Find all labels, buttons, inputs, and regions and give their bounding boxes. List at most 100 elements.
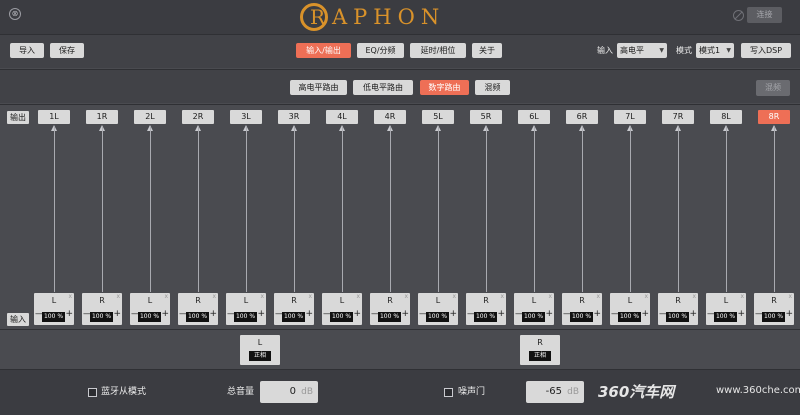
- phase-state-toggle[interactable]: 正相: [249, 351, 271, 361]
- input-source-box[interactable]: Rx —100 % +: [754, 293, 794, 325]
- mix-level-value[interactable]: 100 %: [522, 312, 545, 322]
- input-source-box[interactable]: Lx —100 % +: [610, 293, 650, 325]
- mix-level-value[interactable]: 100 %: [330, 312, 353, 322]
- input-source-box[interactable]: Lx —100 % +: [706, 293, 746, 325]
- input-source-box[interactable]: Rx —100 % +: [82, 293, 122, 325]
- remove-icon[interactable]: x: [740, 293, 744, 300]
- output-channel-5[interactable]: 3R: [278, 110, 310, 124]
- mix-level-value[interactable]: 100 %: [378, 312, 401, 322]
- output-channel-12[interactable]: 7L: [614, 110, 646, 124]
- tab-route-0[interactable]: 高电平路由: [290, 80, 347, 95]
- remove-icon[interactable]: x: [212, 293, 216, 300]
- output-channel-8[interactable]: 5L: [422, 110, 454, 124]
- input-source-box[interactable]: Rx —100 % +: [562, 293, 602, 325]
- output-channel-13[interactable]: 7R: [662, 110, 694, 124]
- remove-icon[interactable]: x: [308, 293, 312, 300]
- mix-level-value[interactable]: 100 %: [666, 312, 689, 322]
- input-source-select[interactable]: 高电平 ▼: [617, 43, 667, 58]
- mix-level-value[interactable]: 100 %: [762, 312, 785, 322]
- input-source-box[interactable]: Rx —100 % +: [466, 293, 506, 325]
- phase-box-0[interactable]: L 正相: [240, 335, 280, 365]
- connect-button[interactable]: 连接: [747, 7, 782, 23]
- remove-icon[interactable]: x: [68, 293, 72, 300]
- output-channel-15[interactable]: 8R: [758, 110, 790, 124]
- increase-button[interactable]: +: [401, 309, 409, 319]
- increase-button[interactable]: +: [641, 309, 649, 319]
- tab-route-1[interactable]: 低电平路由: [353, 80, 413, 95]
- mix-level-value[interactable]: 100 %: [90, 312, 113, 322]
- increase-button[interactable]: +: [353, 309, 361, 319]
- increase-button[interactable]: +: [161, 309, 169, 319]
- phase-box-1[interactable]: R 正相: [520, 335, 560, 365]
- bluetooth-slave-checkbox[interactable]: [88, 388, 97, 397]
- mix-level-value[interactable]: 100 %: [714, 312, 737, 322]
- mix-level-value[interactable]: 100 %: [474, 312, 497, 322]
- remove-icon[interactable]: x: [404, 293, 408, 300]
- noise-gate-checkbox[interactable]: [444, 388, 453, 397]
- input-source-box[interactable]: Lx —100 % +: [130, 293, 170, 325]
- increase-button[interactable]: +: [593, 309, 601, 319]
- remove-icon[interactable]: x: [260, 293, 264, 300]
- remove-icon[interactable]: x: [548, 293, 552, 300]
- input-source-box[interactable]: Lx —100 % +: [34, 293, 74, 325]
- noise-gate-field[interactable]: -65 dB: [526, 381, 584, 403]
- increase-button[interactable]: +: [305, 309, 313, 319]
- increase-button[interactable]: +: [737, 309, 745, 319]
- remove-icon[interactable]: x: [116, 293, 120, 300]
- remove-icon[interactable]: x: [164, 293, 168, 300]
- tab-main-3[interactable]: 关于: [472, 43, 502, 58]
- tab-route-3[interactable]: 混频: [475, 80, 510, 95]
- remove-icon[interactable]: x: [596, 293, 600, 300]
- import-button[interactable]: 导入: [10, 43, 44, 58]
- increase-button[interactable]: +: [497, 309, 505, 319]
- input-source-box[interactable]: Lx —100 % +: [322, 293, 362, 325]
- remove-icon[interactable]: x: [500, 293, 504, 300]
- input-source-box[interactable]: Lx —100 % +: [418, 293, 458, 325]
- input-source-box[interactable]: Rx —100 % +: [178, 293, 218, 325]
- mix-button[interactable]: 混频: [756, 80, 790, 96]
- output-channel-7[interactable]: 4R: [374, 110, 406, 124]
- mix-level-value[interactable]: 100 %: [234, 312, 257, 322]
- output-channel-0[interactable]: 1L: [38, 110, 70, 124]
- mode-select[interactable]: 模式1 ▼: [696, 43, 734, 58]
- tab-main-1[interactable]: EQ/分频: [357, 43, 404, 58]
- remove-icon[interactable]: x: [644, 293, 648, 300]
- increase-button[interactable]: +: [449, 309, 457, 319]
- increase-button[interactable]: +: [257, 309, 265, 319]
- output-channel-14[interactable]: 8L: [710, 110, 742, 124]
- mix-level-value[interactable]: 100 %: [570, 312, 593, 322]
- remove-icon[interactable]: x: [356, 293, 360, 300]
- output-channel-4[interactable]: 3L: [230, 110, 262, 124]
- output-channel-9[interactable]: 5R: [470, 110, 502, 124]
- output-channel-6[interactable]: 4L: [326, 110, 358, 124]
- increase-button[interactable]: +: [65, 309, 73, 319]
- increase-button[interactable]: +: [209, 309, 217, 319]
- mix-level-value[interactable]: 100 %: [426, 312, 449, 322]
- input-source-box[interactable]: Lx —100 % +: [514, 293, 554, 325]
- output-channel-11[interactable]: 6R: [566, 110, 598, 124]
- increase-button[interactable]: +: [113, 309, 121, 319]
- tab-main-0[interactable]: 输入/输出: [296, 43, 351, 58]
- mix-level-value[interactable]: 100 %: [618, 312, 641, 322]
- mix-level-value[interactable]: 100 %: [138, 312, 161, 322]
- mix-level-value[interactable]: 100 %: [42, 312, 65, 322]
- master-volume-field[interactable]: 0 dB: [260, 381, 318, 403]
- tab-main-2[interactable]: 延时/相位: [410, 43, 466, 58]
- write-dsp-button[interactable]: 写入DSP: [741, 43, 791, 58]
- save-button[interactable]: 保存: [50, 43, 84, 58]
- input-source-box[interactable]: Rx —100 % +: [274, 293, 314, 325]
- output-channel-2[interactable]: 2L: [134, 110, 166, 124]
- increase-button[interactable]: +: [785, 309, 793, 319]
- output-channel-1[interactable]: 1R: [86, 110, 118, 124]
- increase-button[interactable]: +: [545, 309, 553, 319]
- tab-route-2[interactable]: 数字路由: [420, 80, 469, 95]
- increase-button[interactable]: +: [689, 309, 697, 319]
- remove-icon[interactable]: x: [788, 293, 792, 300]
- input-source-box[interactable]: Rx —100 % +: [370, 293, 410, 325]
- remove-icon[interactable]: x: [452, 293, 456, 300]
- phase-state-toggle[interactable]: 正相: [529, 351, 551, 361]
- mix-level-value[interactable]: 100 %: [186, 312, 209, 322]
- mix-level-value[interactable]: 100 %: [282, 312, 305, 322]
- remove-icon[interactable]: x: [692, 293, 696, 300]
- output-channel-3[interactable]: 2R: [182, 110, 214, 124]
